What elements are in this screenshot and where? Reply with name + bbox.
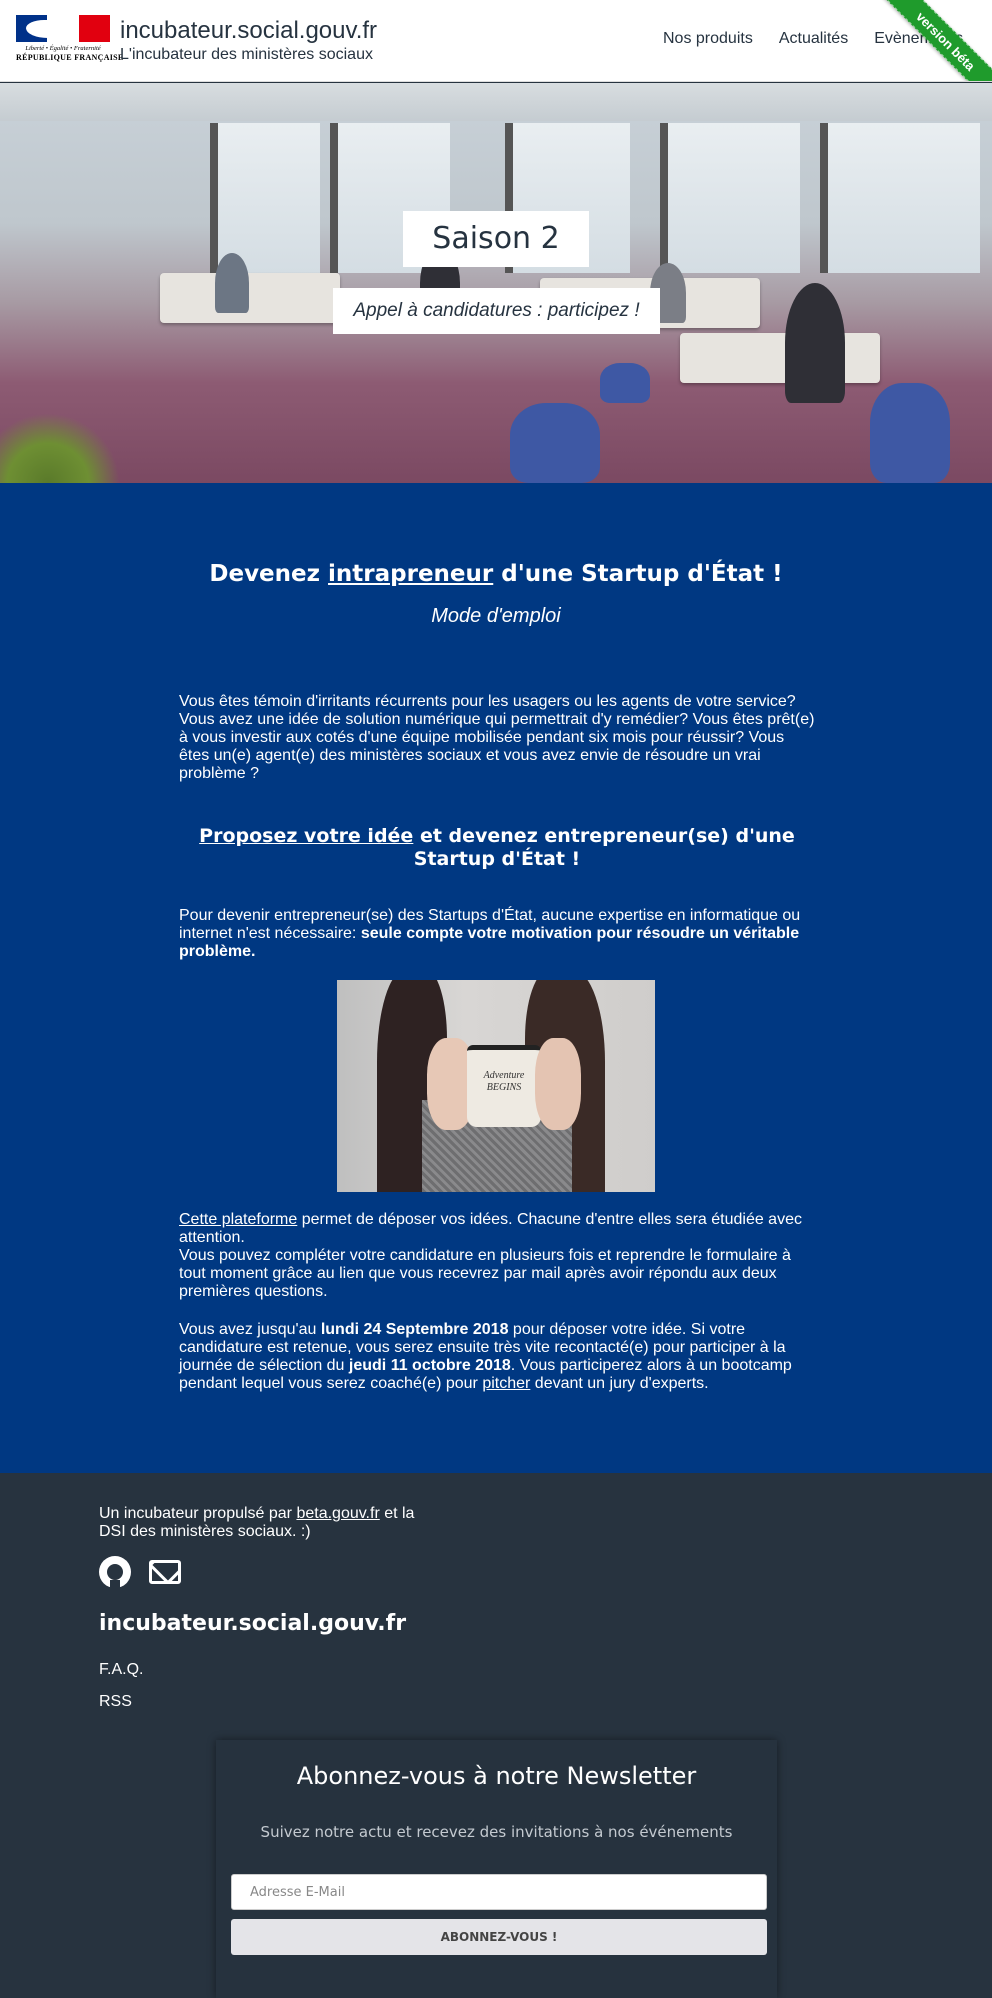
footer-site-title: incubateur.social.gouv.fr <box>99 1611 407 1636</box>
site-footer: Un incubateur propulsé par beta.gouv.fr … <box>0 1473 992 1998</box>
footer-link-rss[interactable]: RSS <box>99 1693 132 1711</box>
mode-emploi-subtitle: Mode d'emploi <box>431 605 561 627</box>
newsletter-box: Abonnez-vous à notre Newsletter Suivez n… <box>216 1740 777 1998</box>
beta-gouv-link[interactable]: beta.gouv.fr <box>296 1505 379 1522</box>
republique-francaise-logo[interactable]: Liberté • Égalité • Fraternité RÉPUBLIQU… <box>16 15 124 67</box>
intrapreneur-link[interactable]: intrapreneur <box>328 561 493 587</box>
main-section: Devenez intrapreneur d'une Startup d'Éta… <box>0 483 992 1473</box>
flag-icon <box>16 15 110 42</box>
propose-idea-link[interactable]: Proposez votre idée <box>199 825 413 847</box>
site-subtitle: L'incubateur des ministères sociaux <box>120 46 373 63</box>
footer-link-faq[interactable]: F.A.Q. <box>99 1661 143 1679</box>
hero-banner: Saison 2 Appel à candidatures : particip… <box>0 83 992 483</box>
adventure-mug-photo: Adventure BEGINS <box>337 980 655 1192</box>
call-for-applications: Appel à candidatures : participez ! <box>333 288 660 334</box>
nav-item-nos-produits[interactable]: Nos produits <box>663 30 753 48</box>
newsletter-title: Abonnez-vous à notre Newsletter <box>296 1762 697 1790</box>
logo-motto: Liberté • Égalité • Fraternité <box>25 45 101 52</box>
deadline-paragraph: Vous avez jusqu'au lundi 24 Septembre 20… <box>179 1321 792 1392</box>
platform-link[interactable]: Cette plateforme <box>179 1211 297 1228</box>
platform-paragraph: Cette plateforme permet de déposer vos i… <box>179 1211 802 1300</box>
subscribe-button[interactable]: ABONNEZ-VOUS ! <box>231 1919 767 1955</box>
mug-text: Adventure BEGINS <box>483 1070 525 1093</box>
pitcher-link[interactable]: pitcher <box>482 1375 530 1392</box>
site-header: Liberté • Égalité • Fraternité RÉPUBLIQU… <box>0 0 992 82</box>
nav-item-actualites[interactable]: Actualités <box>779 30 848 48</box>
motivation-paragraph: Pour devenir entrepreneur(se) des Startu… <box>179 907 801 960</box>
propose-idea-heading: Proposez votre idée et devenez entrepren… <box>199 825 795 870</box>
site-title[interactable]: incubateur.social.gouv.fr <box>120 17 377 45</box>
propulse-text: Un incubateur propulsé par beta.gouv.fr … <box>99 1505 415 1540</box>
github-icon[interactable] <box>99 1556 131 1588</box>
newsletter-subtitle: Suivez notre actu et recevez des invitat… <box>260 1823 733 1841</box>
season-title: Saison 2 <box>403 211 589 267</box>
email-field[interactable] <box>231 1874 767 1910</box>
mail-icon[interactable] <box>149 1560 181 1584</box>
logo-republic: RÉPUBLIQUE FRANÇAISE <box>16 53 124 62</box>
main-title: Devenez intrapreneur d'une Startup d'Éta… <box>209 561 783 587</box>
social-links <box>99 1556 181 1588</box>
intro-paragraph: Vous êtes témoin d'irritants récurrents … <box>179 693 815 782</box>
